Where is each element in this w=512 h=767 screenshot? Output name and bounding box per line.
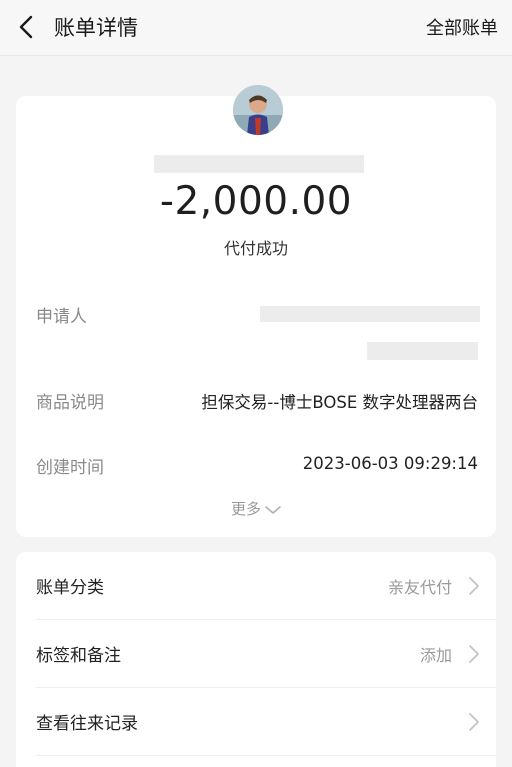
chevron-down-icon	[265, 505, 281, 514]
all-bills-link[interactable]: 全部账单	[426, 14, 498, 40]
more-label: 更多	[230, 500, 261, 518]
created-time-value: 2023-06-03 09:29:14	[302, 454, 478, 473]
divider	[36, 755, 496, 756]
more-button[interactable]: 更多	[16, 498, 496, 519]
product-description-label: 商品说明	[36, 393, 104, 413]
tags-notes-value: 添加	[419, 646, 452, 665]
bill-options-card: 账单分类 亲友代付 标签和备注 添加 查看往来记录	[16, 552, 496, 767]
chevron-right-icon	[469, 713, 479, 731]
applicant-label: 申请人	[36, 307, 87, 327]
applicant-value-redacted-line1	[260, 306, 480, 322]
transaction-history-row[interactable]: 查看往来记录	[16, 688, 496, 756]
chevron-right-icon	[469, 645, 479, 663]
top-nav-bar: 账单详情 全部账单	[0, 0, 512, 56]
bill-amount: -2,000.00	[159, 179, 353, 224]
product-description-value: 担保交易--博士BOSE 数字处理器两台	[201, 393, 478, 412]
tags-notes-label: 标签和备注	[36, 646, 121, 666]
bill-detail-card: -2,000.00 代付成功 申请人 商品说明 担保交易--博士BOSE 数字处…	[16, 85, 496, 537]
avatar	[233, 85, 283, 135]
merchant-name-redacted	[154, 155, 364, 173]
page-title: 账单详情	[54, 16, 138, 40]
applicant-value-redacted-line2	[367, 342, 478, 360]
transaction-history-label: 查看往来记录	[36, 714, 138, 734]
bill-category-value: 亲友代付	[387, 578, 452, 597]
created-time-label: 创建时间	[36, 458, 104, 478]
chevron-right-icon	[469, 577, 479, 595]
tags-notes-row[interactable]: 标签和备注 添加	[16, 620, 496, 688]
payment-status: 代付成功	[223, 239, 288, 258]
bill-category-label: 账单分类	[36, 578, 104, 598]
bill-category-row[interactable]: 账单分类 亲友代付	[16, 552, 496, 620]
back-arrow-icon[interactable]	[14, 14, 40, 40]
